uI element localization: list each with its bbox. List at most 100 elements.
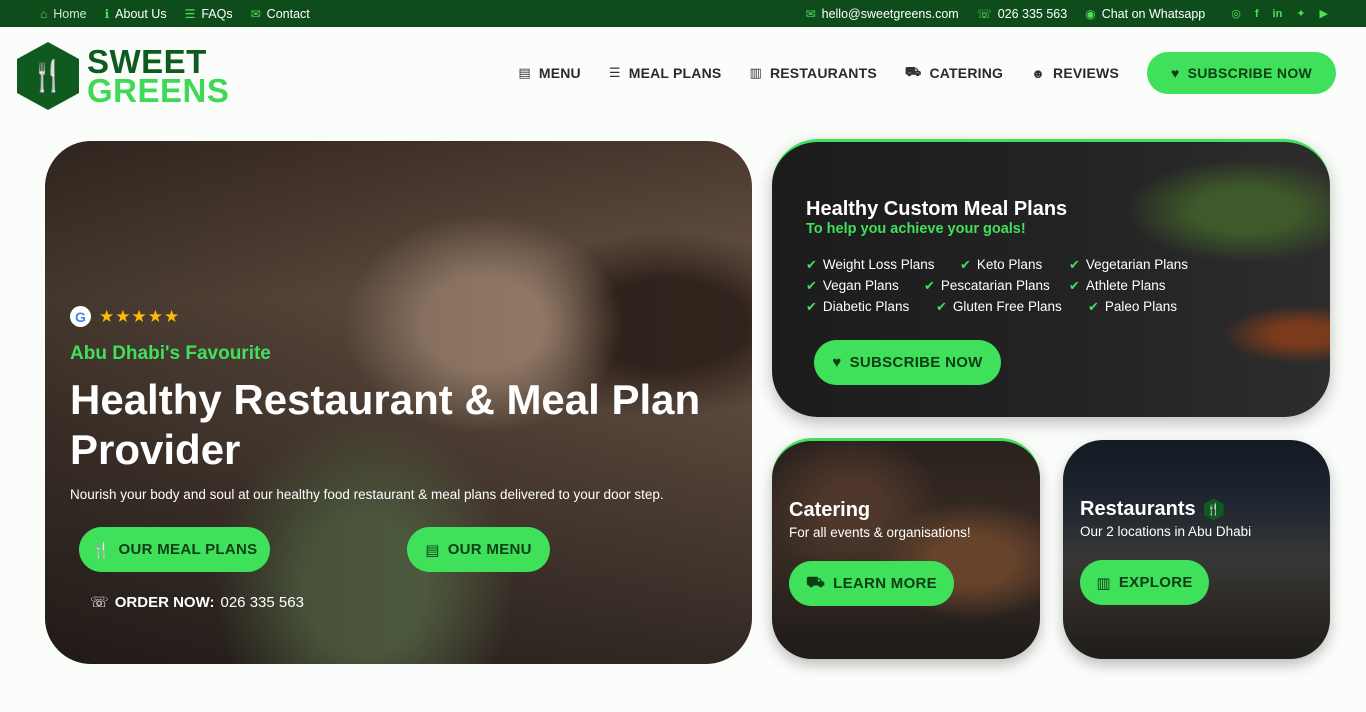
explore-button[interactable]: ▥ EXPLORE xyxy=(1080,560,1209,605)
truck-icon: ⛟ xyxy=(805,574,826,591)
order-now-phone: 026 335 563 xyxy=(220,593,304,611)
nav-item-reviews[interactable]: ☻ REVIEWS xyxy=(1031,65,1119,81)
topbar-about-label: About Us xyxy=(115,6,167,21)
heart-icon: ♥ xyxy=(1170,65,1180,81)
topbar-whatsapp-link[interactable]: ◉ Chat on Whatsapp xyxy=(1085,7,1205,21)
learn-more-button[interactable]: ⛟ LEARN MORE xyxy=(789,561,954,606)
cutlery-icon: 🍴 xyxy=(91,541,111,559)
cutlery-logo-icon: 🍴 xyxy=(17,42,79,110)
plan-label: Pescatarian Plans xyxy=(940,278,1050,293)
restaurants-title: Restaurants 🍴 xyxy=(1080,498,1224,521)
list-item: ✔ Keto Plans xyxy=(960,254,1069,275)
meal-plans-list: ✔ Weight Loss Plans ✔ Keto Plans ✔ Vegetari… xyxy=(806,254,1226,317)
list-item: ✔ Gluten Free Plans xyxy=(936,296,1088,317)
logo-line2: GREENS xyxy=(87,72,230,109)
plan-label: Vegetarian Plans xyxy=(1085,257,1188,272)
instagram-icon[interactable]: ◎ xyxy=(1231,7,1241,20)
plan-label: Keto Plans xyxy=(976,257,1043,272)
topbar-about-link[interactable]: ℹ About Us xyxy=(105,7,167,21)
our-meal-plans-button[interactable]: 🍴 OUR MEAL PLANS xyxy=(79,527,270,572)
topbar-home-link[interactable]: ⌂ Home xyxy=(40,7,87,21)
hero-kicker: Abu Dhabi's Favourite xyxy=(70,343,271,364)
home-icon: ⌂ xyxy=(40,6,48,21)
meal-plans-title: Healthy Custom Meal Plans xyxy=(806,198,1068,220)
whatsapp-icon: ◉ xyxy=(1085,6,1096,21)
check-icon: ✔ xyxy=(960,256,971,272)
catering-card: Catering For all events & organisations!… xyxy=(772,438,1040,659)
restaurants-card: Restaurants 🍴 Our 2 locations in Abu Dha… xyxy=(1063,440,1330,659)
logo-wordmark: SWEET GREENS xyxy=(87,45,230,109)
list-item: ✔ Weight Loss Plans xyxy=(806,254,960,275)
check-icon: ✔ xyxy=(806,298,817,314)
top-bar: ⌂ Home ℹ About Us ☰ FAQs ✉ Contact ✉ hel… xyxy=(0,0,1366,27)
topbar-email-link[interactable]: ✉ hello@sweetgreens.com xyxy=(806,7,959,21)
hero-banner: G ★★★★★ Abu Dhabi's Favourite Healthy Re… xyxy=(45,141,752,664)
main-nav: ▤ MENU ☰ MEAL PLANS ▥ RESTAURANTS ⛟ CATE… xyxy=(518,52,1336,94)
list-item: ✔ Athlete Plans xyxy=(1069,275,1165,296)
nav-item-menu[interactable]: ▤ MENU xyxy=(518,65,581,81)
smile-icon: ☻ xyxy=(1031,65,1046,81)
order-now-link[interactable]: ☏ ORDER NOW: 026 335 563 xyxy=(90,593,304,612)
topbar-phone-label: 026 335 563 xyxy=(997,6,1068,21)
plan-label: Vegan Plans xyxy=(822,278,899,293)
meal-plans-card: Healthy Custom Meal Plans To help you ac… xyxy=(772,139,1330,417)
nav-subscribe-button[interactable]: ♥ SUBSCRIBE NOW xyxy=(1147,52,1336,94)
nav-reviews-label: REVIEWS xyxy=(1053,65,1119,81)
plans-row: ✔ Vegan Plans ✔ Pescatarian Plans ✔ Athlete… xyxy=(806,275,1226,296)
check-icon: ✔ xyxy=(1069,256,1080,272)
list-item: ✔ Pescatarian Plans xyxy=(924,275,1069,296)
star-rating: ★★★★★ xyxy=(99,306,181,326)
nav-item-catering[interactable]: ⛟ CATERING xyxy=(905,64,1003,82)
plans-row: ✔ Diabetic Plans ✔ Gluten Free Plans ✔ Pale… xyxy=(806,296,1226,317)
meal-plans-subtitle: To help you achieve your goals! xyxy=(806,221,1026,237)
nav-item-restaurants[interactable]: ▥ RESTAURANTS xyxy=(749,65,876,81)
check-icon: ✔ xyxy=(806,256,817,272)
topbar-contact-link[interactable]: ✉ Contact xyxy=(251,7,310,21)
youtube-icon[interactable]: ▶ xyxy=(1320,7,1328,20)
our-menu-button[interactable]: ▤ OUR MENU xyxy=(407,527,550,572)
facebook-icon[interactable]: f xyxy=(1255,8,1259,20)
building-icon: ▥ xyxy=(749,65,762,80)
check-icon: ✔ xyxy=(936,298,947,314)
hero-title: Healthy Restaurant & Meal Plan Provider xyxy=(70,376,701,473)
nav-menu-label: MENU xyxy=(538,65,581,81)
nav-subscribe-label: SUBSCRIBE NOW xyxy=(1187,65,1313,81)
catering-title: Catering xyxy=(789,499,870,522)
our-meal-plans-label: OUR MEAL PLANS xyxy=(118,541,258,558)
plan-label: Weight Loss Plans xyxy=(822,257,935,272)
google-icon: G xyxy=(70,306,91,327)
topbar-home-label: Home xyxy=(53,6,87,21)
check-icon: ✔ xyxy=(806,277,817,293)
check-icon: ✔ xyxy=(924,277,935,293)
twitter-icon[interactable]: ✦ xyxy=(1296,7,1305,20)
topbar-faqs-link[interactable]: ☰ FAQs xyxy=(185,7,233,21)
nav-catering-label: CATERING xyxy=(929,65,1004,81)
nav-meal-plans-label: MEAL PLANS xyxy=(628,65,722,81)
site-logo[interactable]: 🍴 SWEET GREENS xyxy=(17,42,229,110)
list-icon: ☰ xyxy=(608,65,621,80)
check-icon: ✔ xyxy=(1069,277,1080,293)
hero-buttons: 🍴 OUR MEAL PLANS ▤ OUR MENU xyxy=(79,527,599,573)
list-item: ✔ Diabetic Plans xyxy=(806,296,936,317)
phone-icon: ☏ xyxy=(976,6,992,21)
catering-title-text: Catering xyxy=(789,499,871,521)
top-bar-left: ⌂ Home ℹ About Us ☰ FAQs ✉ Contact xyxy=(40,7,310,21)
topbar-email-label: hello@sweetgreens.com xyxy=(821,6,959,21)
nav-item-meal-plans[interactable]: ☰ MEAL PLANS xyxy=(609,65,722,81)
building-icon: ▥ xyxy=(1096,574,1111,592)
heart-icon: ♥ xyxy=(832,354,842,371)
plan-label: Athlete Plans xyxy=(1085,278,1166,293)
hero-subtitle: Nourish your body and soul at our health… xyxy=(70,487,664,502)
plan-label: Diabetic Plans xyxy=(822,299,910,314)
topbar-phone-link[interactable]: ☏ 026 335 563 xyxy=(977,7,1068,21)
plans-subscribe-button[interactable]: ♥ SUBSCRIBE NOW xyxy=(814,340,1001,385)
google-rating: G ★★★★★ xyxy=(70,306,750,327)
mail-icon: ✉ xyxy=(250,6,261,21)
catering-subtitle: For all events & organisations! xyxy=(789,525,971,540)
our-menu-label: OUR MENU xyxy=(447,541,532,558)
top-bar-right: ✉ hello@sweetgreens.com ☏ 026 335 563 ◉ … xyxy=(806,7,1328,21)
list-item: ✔ Paleo Plans xyxy=(1088,296,1177,317)
topbar-faqs-label: FAQs xyxy=(201,6,233,21)
linkedin-icon[interactable]: in xyxy=(1273,8,1283,20)
phone-icon: ☏ xyxy=(90,594,109,611)
